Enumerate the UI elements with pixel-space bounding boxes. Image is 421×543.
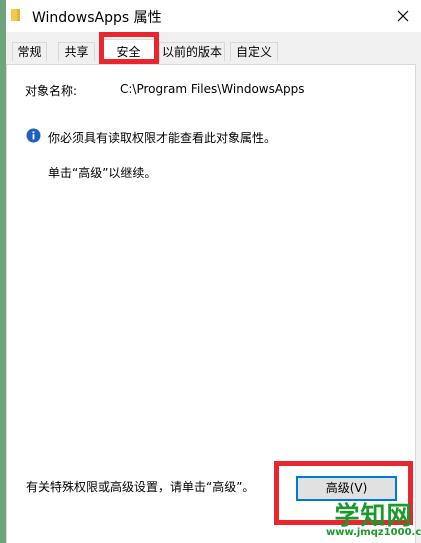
info-icon: [26, 128, 41, 143]
tab-strip: 常规 共享 安全 以前的版本 自定义: [6, 32, 421, 64]
permission-message: 你必须具有读取权限才能查看此对象属性。: [48, 131, 277, 145]
title-bar: WindowsApps 属性: [6, 0, 421, 32]
object-name-value: C:\Program Files\WindowsApps: [120, 82, 305, 96]
folder-icon: [11, 9, 20, 21]
close-button[interactable]: [386, 2, 420, 30]
tab-security[interactable]: 安全: [102, 39, 155, 64]
object-name-label: 对象名称:: [25, 84, 78, 98]
close-icon: [397, 10, 409, 22]
watermark: 学知网 www.jmqz1000.com: [326, 496, 421, 543]
properties-dialog: WindowsApps 属性 常规 共享 安全 以前的版本 自定义 对象名称: …: [6, 0, 421, 543]
advanced-settings-hint: 有关特殊权限或高级设置，请单击“高级”。: [26, 480, 255, 494]
watermark-url: www.jmqz1000.com: [326, 527, 421, 538]
tab-previous-versions[interactable]: 以前的版本: [159, 42, 225, 61]
window-title: WindowsApps 属性: [32, 10, 162, 26]
tab-sharing[interactable]: 共享: [58, 42, 95, 61]
tab-general[interactable]: 常规: [12, 42, 47, 61]
continue-hint: 单击“高级”以继续。: [48, 166, 157, 180]
tab-customize[interactable]: 自定义: [230, 42, 278, 61]
